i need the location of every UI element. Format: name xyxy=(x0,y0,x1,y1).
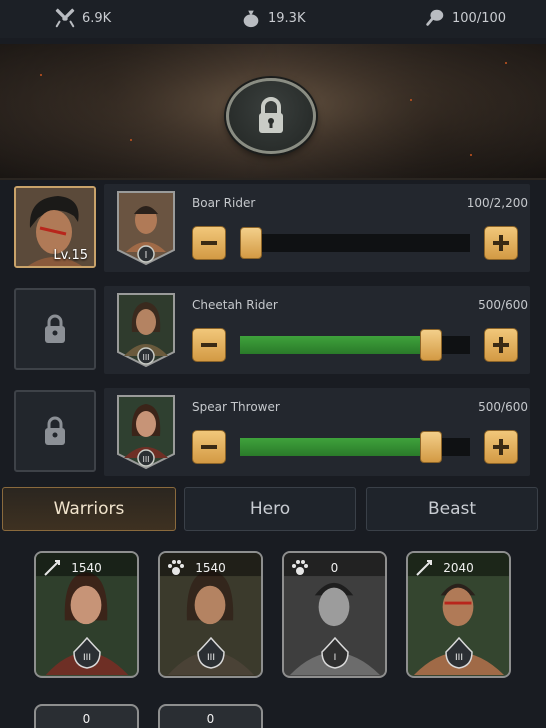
unit-card-3[interactable]: 0 I xyxy=(282,551,387,678)
food-value: 19.3K xyxy=(268,10,306,26)
power-value: 6.9K xyxy=(82,10,112,26)
locked-hero-slot-3[interactable] xyxy=(14,390,96,472)
svg-text:III: III xyxy=(142,455,149,464)
unit-count-spear-thrower: 500/600 xyxy=(478,400,528,414)
meat-icon xyxy=(426,9,444,26)
cheetah-rider-slider-fill xyxy=(240,336,431,354)
unit-card-5[interactable]: 0 xyxy=(34,704,139,728)
locked-banner xyxy=(0,44,546,180)
minus-icon xyxy=(201,445,217,449)
lock-icon xyxy=(45,416,65,445)
stamina-resource[interactable]: 100/100 xyxy=(424,7,506,29)
svg-text:III: III xyxy=(83,653,91,663)
food-resource[interactable]: 19.3K xyxy=(240,7,305,29)
increase-cheetah-rider-button[interactable] xyxy=(484,328,518,362)
tab-warriors[interactable]: Warriors xyxy=(2,487,176,531)
unit-card-2[interactable]: 1540 III xyxy=(158,551,263,678)
lock-icon xyxy=(259,97,283,133)
spear-thrower-slider-knob[interactable] xyxy=(420,431,442,463)
card-value-2: 1540 xyxy=(195,561,226,575)
tab-hero[interactable]: Hero xyxy=(184,487,356,531)
sack-icon xyxy=(243,10,259,28)
unit-card-1[interactable]: 1540 III xyxy=(34,551,139,678)
cheetah-rider-slider-knob[interactable] xyxy=(420,329,442,361)
unit-row-2: III Cheetah Rider 500/600 xyxy=(104,286,530,374)
hero-level: Lv.15 xyxy=(53,248,88,263)
minus-icon xyxy=(201,241,217,245)
spear-thrower-slider-fill xyxy=(240,438,431,456)
svg-text:III: III xyxy=(207,653,215,663)
unit-name-boar-rider: Boar Rider xyxy=(192,196,256,210)
card-value-3: 0 xyxy=(330,561,339,575)
unit-count-cheetah-rider: 500/600 xyxy=(478,298,528,312)
boar-rider-slider-knob[interactable] xyxy=(240,227,262,259)
unit-row-3: III Spear Thrower 500/600 xyxy=(104,388,530,476)
card-value-5: 0 xyxy=(82,712,91,726)
plus-icon xyxy=(493,337,509,353)
increase-boar-rider-button[interactable] xyxy=(484,226,518,260)
stamina-value: 100/100 xyxy=(452,10,507,26)
boar-rider-slider[interactable] xyxy=(240,227,470,259)
locked-hero-slot-2[interactable] xyxy=(14,288,96,370)
svg-text:III: III xyxy=(142,353,149,362)
decrease-cheetah-rider-button[interactable] xyxy=(192,328,226,362)
decrease-boar-rider-button[interactable] xyxy=(192,226,226,260)
unit-card-4[interactable]: 2040 III xyxy=(406,551,511,678)
rank-badge-icon: III xyxy=(73,636,101,669)
lock-icon xyxy=(45,314,65,343)
banner-lock-button[interactable] xyxy=(226,78,316,154)
resource-bar: 6.9K 19.3K 100/100 xyxy=(0,0,546,38)
svg-text:III: III xyxy=(455,653,463,663)
rank-badge-icon: III xyxy=(445,636,473,669)
card-value-1: 1540 xyxy=(71,561,102,575)
hero-slot[interactable]: Lv.15 xyxy=(14,186,96,268)
minus-icon xyxy=(201,343,217,347)
svg-text:I: I xyxy=(145,250,148,261)
unit-count-boar-rider: 100/2,200 xyxy=(466,196,528,210)
plus-icon xyxy=(493,439,509,455)
cheetah-rider-slider[interactable] xyxy=(240,329,470,361)
card-value-4: 2040 xyxy=(443,561,474,575)
power-resource[interactable]: 6.9K xyxy=(54,7,111,29)
plus-icon xyxy=(493,235,509,251)
unit-row-1: I Boar Rider 100/2,200 xyxy=(104,184,530,272)
unit-name-cheetah-rider: Cheetah Rider xyxy=(192,298,278,312)
spear-thrower-thumbnail[interactable]: III xyxy=(116,394,176,470)
boar-rider-thumbnail[interactable]: I xyxy=(116,190,176,266)
unit-card-6[interactable]: 0 xyxy=(158,704,263,728)
unit-name-spear-thrower: Spear Thrower xyxy=(192,400,280,414)
spear-thrower-slider[interactable] xyxy=(240,431,470,463)
rank-badge-icon: I xyxy=(321,636,349,669)
decrease-spear-thrower-button[interactable] xyxy=(192,430,226,464)
svg-text:I: I xyxy=(334,653,337,663)
crossed-swords-icon xyxy=(55,8,75,28)
rank-badge-icon: III xyxy=(197,636,225,669)
cheetah-rider-thumbnail[interactable]: III xyxy=(116,292,176,368)
tab-beast[interactable]: Beast xyxy=(366,487,538,531)
increase-spear-thrower-button[interactable] xyxy=(484,430,518,464)
card-value-6: 0 xyxy=(206,712,215,726)
